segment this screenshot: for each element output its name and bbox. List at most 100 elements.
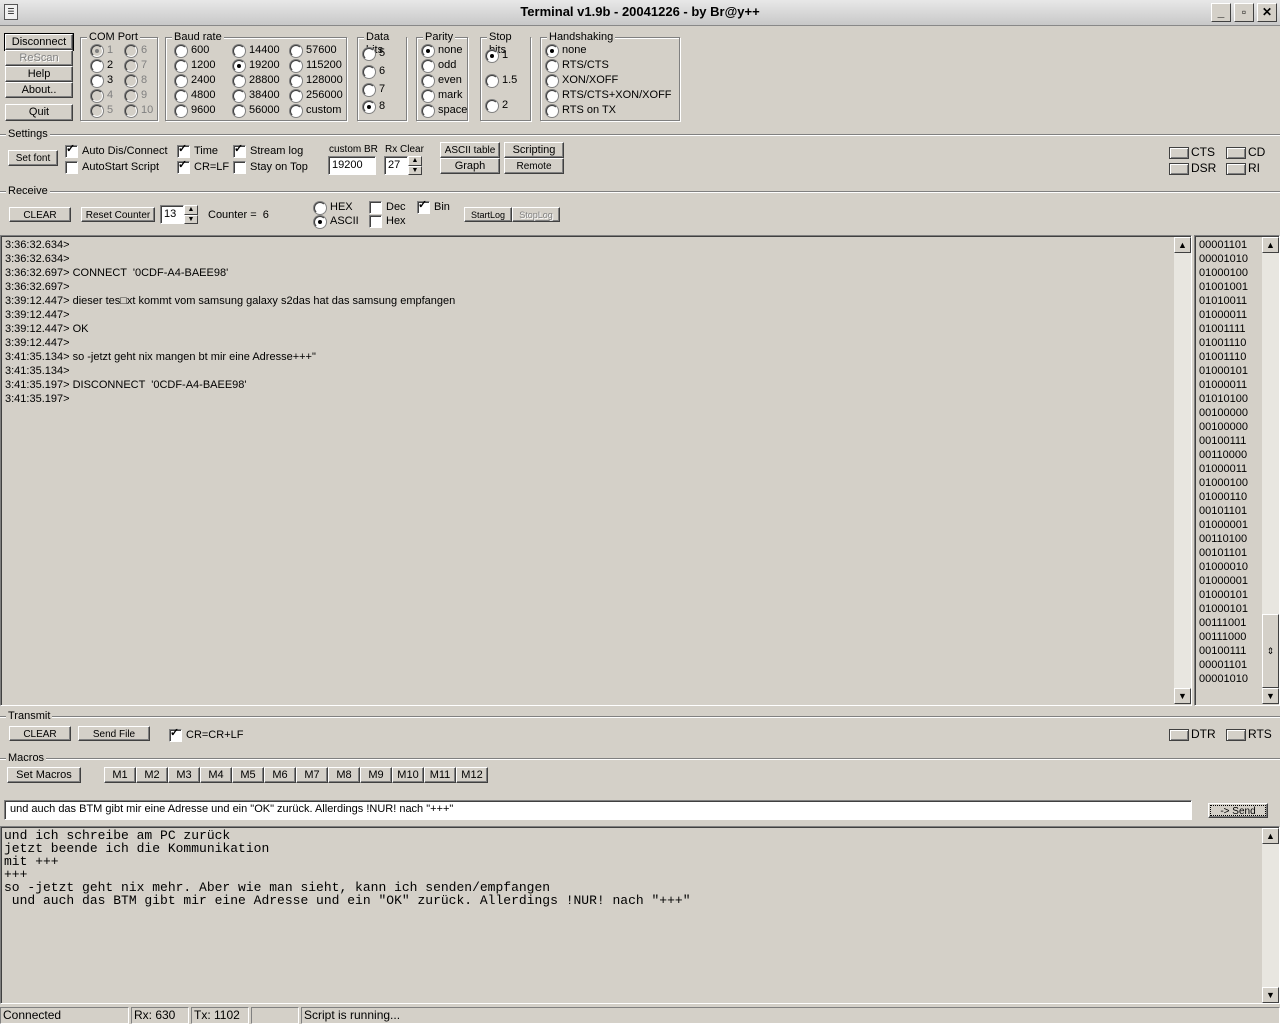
transmit-scroll-down-arrow-icon[interactable]: ▼	[1262, 987, 1279, 1003]
reset-counter-button[interactable]: Reset Counter	[81, 207, 155, 222]
baud-128000-radio[interactable]: 128000	[288, 74, 343, 87]
auto-dis-connect-checkbox[interactable]: Auto Dis/Connect	[64, 143, 168, 158]
com-port-10-radio[interactable]: 10	[123, 104, 153, 117]
remote-button[interactable]: Remote	[504, 158, 564, 174]
disconnect-button[interactable]: Disconnect	[4, 33, 74, 51]
cr-lf-checkbox[interactable]: CR=LF	[176, 159, 229, 174]
receive-clear-button[interactable]: CLEAR	[9, 207, 71, 222]
rts-indicator[interactable]: RTS	[1226, 727, 1272, 741]
baud-19200-radio[interactable]: 19200	[231, 59, 280, 72]
send-input[interactable]: und auch das BTM gibt mir eine Adresse u…	[4, 800, 1192, 820]
baud-56000-radio[interactable]: 56000	[231, 104, 280, 117]
autostart-script-checkbox[interactable]: AutoStart Script	[64, 161, 159, 174]
com-port-3-radio[interactable]: 3	[89, 74, 113, 87]
binary-scroll-thumb[interactable]: ⇕	[1262, 614, 1279, 688]
macro-button-1[interactable]: M1	[104, 767, 136, 783]
com-port-8-radio[interactable]: 8	[123, 74, 147, 87]
binary-scroll-down-arrow-icon[interactable]: ▼	[1262, 688, 1279, 704]
baud-600-radio[interactable]: 600	[173, 44, 209, 57]
macro-button-5[interactable]: M5	[232, 767, 264, 783]
cr-crlf-checkbox[interactable]: CR=CR+LF	[168, 727, 243, 742]
com-port-4-radio[interactable]: 4	[89, 89, 113, 102]
ascii-table-button[interactable]: ASCII table	[440, 142, 500, 158]
binary-log[interactable]: 00001101 00001010 01000100 01001001 01010011…	[1194, 235, 1280, 706]
transmit-scroll-up-arrow-icon[interactable]: ▲	[1262, 828, 1279, 844]
macro-button-4[interactable]: M4	[200, 767, 232, 783]
time-checkbox[interactable]: Time	[176, 143, 218, 158]
macro-button-3[interactable]: M3	[168, 767, 200, 783]
rescan-button[interactable]: ReScan	[5, 50, 73, 66]
parity-none-radio[interactable]: none	[420, 44, 462, 57]
hex-radio[interactable]: HEX	[312, 201, 353, 214]
handshake-rts-on-tx-radio[interactable]: RTS on TX	[544, 104, 616, 117]
send-button[interactable]: -> Send	[1208, 803, 1268, 818]
macro-button-7[interactable]: M7	[296, 767, 328, 783]
com-port-1-radio[interactable]: 1	[89, 44, 113, 57]
parity-odd-radio[interactable]: odd	[420, 59, 456, 72]
data-bits-6-radio[interactable]: 6	[361, 65, 385, 78]
counter-up-arrow-icon[interactable]: ▲	[184, 205, 198, 215]
maximize-button[interactable]: ▫	[1234, 3, 1254, 22]
binary-scroll-up-arrow-icon[interactable]: ▲	[1262, 237, 1279, 253]
stream-log-checkbox[interactable]: Stream log	[232, 143, 303, 158]
baud-custom-radio[interactable]: custom	[288, 104, 341, 117]
rx-clear-down-arrow-icon[interactable]: ▼	[408, 166, 422, 175]
baud-57600-radio[interactable]: 57600	[288, 44, 337, 57]
macro-button-11[interactable]: M11	[424, 767, 456, 783]
close-button[interactable]: ✕	[1257, 3, 1277, 22]
rx-clear-up-arrow-icon[interactable]: ▲	[408, 156, 422, 166]
stoplog-button[interactable]: StopLog	[512, 207, 560, 222]
handshake-rts-cts-radio[interactable]: RTS/CTS	[544, 59, 609, 72]
dec-checkbox[interactable]: Dec	[368, 201, 406, 214]
set-font-button[interactable]: Set font	[8, 150, 58, 166]
parity-even-radio[interactable]: even	[420, 74, 462, 87]
scripting-button[interactable]: Scripting	[504, 142, 564, 158]
macro-button-12[interactable]: M12	[456, 767, 488, 783]
quit-button[interactable]: Quit	[5, 104, 73, 121]
baud-14400-radio[interactable]: 14400	[231, 44, 280, 57]
handshake-rts-cts-xon-xoff-radio[interactable]: RTS/CTS+XON/XOFF	[544, 89, 672, 102]
com-port-5-radio[interactable]: 5	[89, 104, 113, 117]
stop-bits-1-radio[interactable]: 1	[484, 49, 508, 62]
handshake-none-radio[interactable]: none	[544, 44, 586, 57]
ascii-radio[interactable]: ASCII	[312, 215, 359, 228]
stop-bits-1-5-radio[interactable]: 1.5	[484, 74, 517, 87]
receive-log[interactable]: 3:36:32.634> 3:36:32.634> 3:36:32.697> CON…	[0, 235, 1192, 706]
stop-bits-2-radio[interactable]: 2	[484, 99, 508, 112]
macro-button-6[interactable]: M6	[264, 767, 296, 783]
macro-button-10[interactable]: M10	[392, 767, 424, 783]
parity-space-radio[interactable]: space	[420, 104, 467, 117]
com-port-9-radio[interactable]: 9	[123, 89, 147, 102]
baud-38400-radio[interactable]: 38400	[231, 89, 280, 102]
transmit-clear-button[interactable]: CLEAR	[9, 726, 71, 741]
custom-br-input[interactable]: 19200	[328, 156, 376, 175]
com-port-6-radio[interactable]: 6	[123, 44, 147, 57]
macro-button-2[interactable]: M2	[136, 767, 168, 783]
hex-checkbox[interactable]: Hex	[368, 215, 406, 228]
baud-1200-radio[interactable]: 1200	[173, 59, 215, 72]
bin-checkbox[interactable]: Bin	[416, 199, 450, 214]
binary-scrollbar[interactable]: ▲ ⇕ ▼	[1262, 237, 1279, 704]
handshake-xon-xoff-radio[interactable]: XON/XOFF	[544, 74, 618, 87]
baud-4800-radio[interactable]: 4800	[173, 89, 215, 102]
startlog-button[interactable]: StartLog	[464, 207, 512, 222]
com-port-2-radio[interactable]: 2	[89, 59, 113, 72]
title-bar[interactable]: ☰ Terminal v1.9b - 20041226 - by Br@y++ …	[0, 0, 1280, 26]
send-file-button[interactable]: Send File	[78, 726, 150, 741]
graph-button[interactable]: Graph	[440, 158, 500, 174]
set-macros-button[interactable]: Set Macros	[7, 767, 81, 783]
parity-mark-radio[interactable]: mark	[420, 89, 462, 102]
baud-28800-radio[interactable]: 28800	[231, 74, 280, 87]
scroll-down-arrow-icon[interactable]: ▼	[1174, 688, 1191, 704]
baud-9600-radio[interactable]: 9600	[173, 104, 215, 117]
about-button[interactable]: About..	[5, 82, 73, 98]
transmit-scrollbar[interactable]: ▲ ▼	[1262, 828, 1279, 1003]
com-port-7-radio[interactable]: 7	[123, 59, 147, 72]
macro-button-9[interactable]: M9	[360, 767, 392, 783]
help-button[interactable]: Help	[5, 66, 73, 82]
baud-256000-radio[interactable]: 256000	[288, 89, 343, 102]
macro-button-8[interactable]: M8	[328, 767, 360, 783]
minimize-button[interactable]: _	[1211, 3, 1231, 22]
dtr-indicator[interactable]: DTR	[1169, 727, 1216, 741]
data-bits-7-radio[interactable]: 7	[361, 83, 385, 96]
